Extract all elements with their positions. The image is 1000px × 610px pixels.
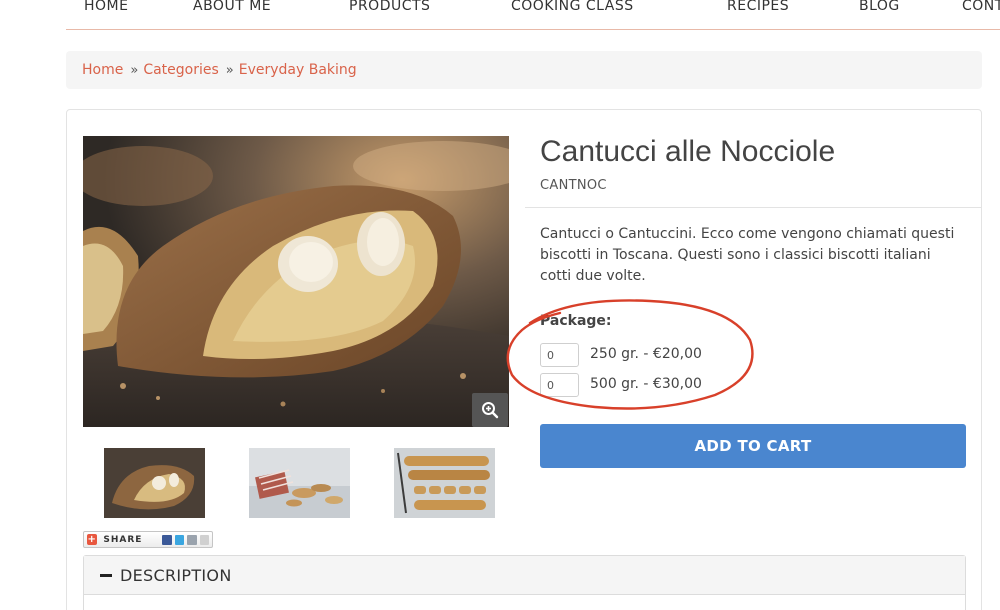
quantity-input-250g[interactable] bbox=[540, 343, 579, 367]
nav-blog[interactable]: BLOG bbox=[859, 0, 900, 14]
breadcrumb-categories[interactable]: Categories bbox=[143, 62, 218, 78]
breadcrumb-separator: » bbox=[225, 63, 234, 78]
product-thumbnail[interactable] bbox=[104, 448, 205, 518]
breadcrumb: Home » Categories » Everyday Baking bbox=[66, 51, 982, 89]
top-navigation: HOME ABOUT ME PRODUCTS COOKING CLASS REC… bbox=[66, 0, 1000, 30]
product-main-image[interactable] bbox=[83, 136, 509, 427]
nav-home[interactable]: HOME bbox=[84, 0, 128, 14]
nav-about-me[interactable]: ABOUT ME bbox=[193, 0, 271, 14]
description-accordion: DESCRIPTION bbox=[83, 555, 966, 610]
breadcrumb-separator: » bbox=[130, 63, 139, 78]
package-label: Package: bbox=[540, 313, 612, 329]
breadcrumb-home[interactable]: Home bbox=[82, 62, 123, 78]
more-icon bbox=[199, 534, 210, 545]
product-thumbnail[interactable] bbox=[249, 448, 350, 518]
product-thumbnail[interactable] bbox=[394, 448, 495, 518]
facebook-icon bbox=[162, 534, 172, 545]
nav-contact[interactable]: CONT bbox=[962, 0, 1000, 14]
nav-products[interactable]: PRODUCTS bbox=[349, 0, 430, 14]
package-option-label: 250 gr. - €20,00 bbox=[590, 346, 702, 362]
description-tab-label: DESCRIPTION bbox=[120, 565, 232, 585]
add-to-cart-button[interactable]: ADD TO CART bbox=[540, 424, 966, 468]
zoom-button[interactable] bbox=[472, 393, 508, 427]
share-plus-icon: + bbox=[87, 534, 98, 545]
product-title: Cantucci alle Nocciole bbox=[540, 135, 836, 168]
nav-recipes[interactable]: RECIPES bbox=[727, 0, 789, 14]
nav-cooking-class[interactable]: COOKING CLASS bbox=[511, 0, 634, 14]
breadcrumb-everyday-baking[interactable]: Everyday Baking bbox=[239, 62, 357, 78]
share-label: SHARE bbox=[103, 534, 143, 545]
product-description: Cantucci o Cantuccini. Ecco come vengono… bbox=[540, 226, 955, 284]
twitter-icon bbox=[174, 534, 185, 545]
minus-icon bbox=[100, 573, 112, 577]
divider bbox=[525, 207, 981, 208]
description-tab[interactable]: DESCRIPTION bbox=[84, 556, 965, 595]
package-option-label: 500 gr. - €30,00 bbox=[590, 376, 702, 392]
email-icon bbox=[187, 534, 197, 545]
quantity-input-500g[interactable] bbox=[540, 373, 579, 397]
product-sku: CANTNOC bbox=[540, 178, 607, 193]
share-button[interactable]: + SHARE bbox=[83, 531, 213, 548]
zoom-in-icon bbox=[482, 402, 499, 419]
